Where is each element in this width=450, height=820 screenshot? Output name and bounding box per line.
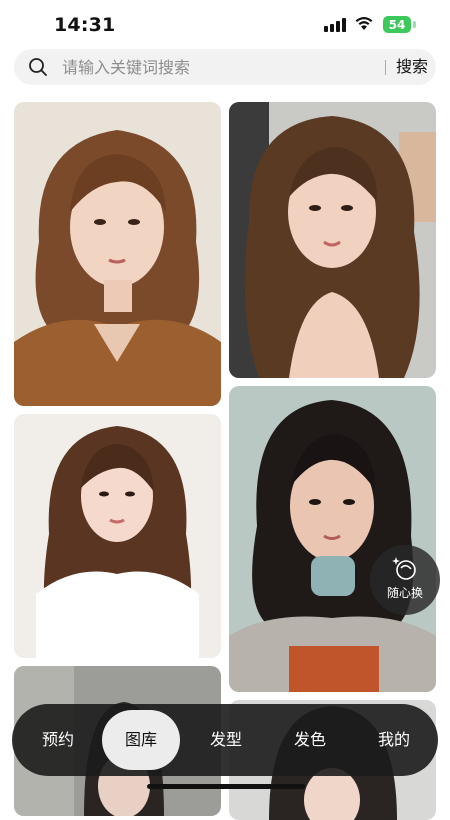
hairstyle-photo[interactable] (229, 386, 436, 692)
nav-item-gallery[interactable]: 图库 (102, 710, 180, 770)
search-button[interactable]: 搜索 (396, 49, 428, 85)
hairstyle-photo[interactable] (229, 102, 436, 378)
search-divider (385, 60, 386, 75)
sparkle-head-icon (392, 557, 416, 580)
status-bar: 14:31 54 (0, 0, 450, 48)
search-bar: 搜索 (14, 49, 436, 85)
hairstyle-photo[interactable] (14, 414, 221, 658)
nav-item-appointment[interactable]: 预约 (23, 704, 93, 776)
hairstyle-photo[interactable] (14, 102, 221, 406)
cellular-signal-icon (324, 18, 348, 32)
search-input[interactable] (62, 49, 362, 85)
nav-item-hairstyle[interactable]: 发型 (191, 704, 261, 776)
home-indicator[interactable] (147, 784, 305, 789)
random-change-button[interactable]: 随心换 (370, 545, 440, 615)
nav-item-profile[interactable]: 我的 (359, 704, 429, 776)
status-time: 14:31 (54, 14, 116, 36)
battery-icon: 54 (383, 16, 411, 33)
battery-cap (413, 21, 416, 28)
random-change-label: 随心换 (386, 586, 423, 600)
nav-item-hair-color[interactable]: 发色 (275, 704, 345, 776)
bottom-nav: 预约 图库 发型 发色 我的 (12, 704, 438, 776)
wifi-icon (355, 17, 373, 30)
search-icon (29, 58, 47, 76)
